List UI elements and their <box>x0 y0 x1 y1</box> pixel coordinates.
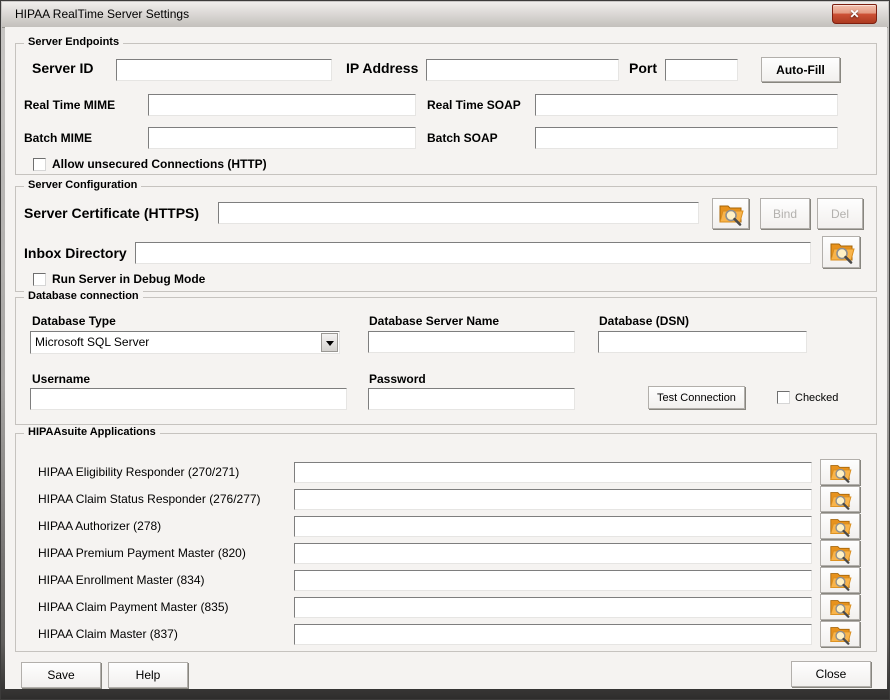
batch-mime-label: Batch MIME <box>24 131 92 145</box>
group-title: Database connection <box>24 290 143 302</box>
database-server-name-label: Database Server Name <box>369 314 499 328</box>
group-title: Server Configuration <box>24 179 141 191</box>
debug-mode-label: Run Server in Debug Mode <box>52 272 205 286</box>
inbox-browse-button[interactable] <box>822 236 860 268</box>
app-path-input-837[interactable] <box>294 624 812 645</box>
realtime-mime-label: Real Time MIME <box>24 98 115 112</box>
dialog-client-area: Server Endpoints Server ID IP Address Po… <box>5 27 887 689</box>
window-title: HIPAA RealTime Server Settings <box>15 7 189 21</box>
auto-fill-button[interactable]: Auto-Fill <box>761 57 840 82</box>
app-path-input-835[interactable] <box>294 597 812 618</box>
server-id-input[interactable] <box>116 59 332 81</box>
del-button[interactable]: Del <box>817 198 863 229</box>
app-path-input-820[interactable] <box>294 543 812 564</box>
folder-search-icon <box>828 597 852 618</box>
inbox-directory-input[interactable] <box>135 242 811 264</box>
app-path-input-276-277[interactable] <box>294 489 812 510</box>
folder-search-icon <box>828 624 852 645</box>
ip-address-input[interactable] <box>426 59 619 81</box>
database-server-name-input[interactable] <box>368 331 575 353</box>
folder-search-icon <box>828 516 852 537</box>
folder-search-icon <box>828 543 852 564</box>
batch-mime-input[interactable] <box>148 127 416 149</box>
app-row-label: HIPAA Enrollment Master (834) <box>38 573 205 587</box>
username-input[interactable] <box>30 388 347 410</box>
realtime-soap-label: Real Time SOAP <box>427 98 521 112</box>
app-row-label: HIPAA Claim Master (837) <box>38 627 178 641</box>
save-button[interactable]: Save <box>21 662 101 688</box>
folder-search-icon <box>828 489 852 510</box>
checked-label: Checked <box>795 392 838 404</box>
app-browse-button-835[interactable] <box>820 594 860 620</box>
app-row-label: HIPAA Claim Status Responder (276/277) <box>38 492 261 506</box>
group-hipaasuite-applications: HIPAAsuite Applications HIPAA Eligibilit… <box>15 433 877 652</box>
app-path-input-278[interactable] <box>294 516 812 537</box>
database-dsn-label: Database (DSN) <box>599 314 689 328</box>
help-button[interactable]: Help <box>108 662 188 688</box>
password-label: Password <box>369 372 426 386</box>
server-certificate-label: Server Certificate (HTTPS) <box>24 205 199 221</box>
group-server-configuration: Server Configuration Server Certificate … <box>15 186 877 292</box>
chevron-down-icon <box>326 341 334 346</box>
allow-http-label: Allow unsecured Connections (HTTP) <box>52 157 267 171</box>
app-row-label: HIPAA Eligibility Responder (270/271) <box>38 465 239 479</box>
certificate-browse-button[interactable] <box>712 198 749 229</box>
app-path-input-270-271[interactable] <box>294 462 812 483</box>
batch-soap-label: Batch SOAP <box>427 131 498 145</box>
bind-button[interactable]: Bind <box>760 198 810 229</box>
app-row-label: HIPAA Claim Payment Master (835) <box>38 600 229 614</box>
database-dsn-input[interactable] <box>598 331 807 353</box>
folder-search-icon <box>828 570 852 591</box>
password-input[interactable] <box>368 388 575 410</box>
database-type-label: Database Type <box>32 314 116 328</box>
app-browse-button-276-277[interactable] <box>820 486 860 512</box>
folder-search-icon <box>717 202 744 226</box>
app-browse-button-820[interactable] <box>820 540 860 566</box>
port-label: Port <box>629 60 657 76</box>
realtime-mime-input[interactable] <box>148 94 416 116</box>
test-connection-button[interactable]: Test Connection <box>648 386 745 409</box>
inbox-directory-label: Inbox Directory <box>24 245 127 261</box>
group-server-endpoints: Server Endpoints Server ID IP Address Po… <box>15 43 877 175</box>
allow-http-checkbox[interactable] <box>33 158 46 171</box>
app-path-input-834[interactable] <box>294 570 812 591</box>
title-bar[interactable]: HIPAA RealTime Server Settings ✕ <box>2 2 888 28</box>
app-browse-button-278[interactable] <box>820 513 860 539</box>
realtime-soap-input[interactable] <box>535 94 838 116</box>
app-browse-button-834[interactable] <box>820 567 860 593</box>
folder-search-icon <box>828 240 855 264</box>
database-type-value: Microsoft SQL Server <box>35 335 149 349</box>
close-icon: ✕ <box>849 7 859 21</box>
server-certificate-input[interactable] <box>218 202 699 224</box>
app-row-label: HIPAA Authorizer (278) <box>38 519 161 533</box>
server-id-label: Server ID <box>32 60 93 76</box>
dropdown-button[interactable] <box>321 333 338 352</box>
window-close-button[interactable]: ✕ <box>832 4 877 24</box>
folder-search-icon <box>828 462 852 483</box>
dialog-window: HIPAA RealTime Server Settings ✕ Server … <box>0 0 890 700</box>
group-title: Server Endpoints <box>24 36 123 48</box>
username-label: Username <box>32 372 90 386</box>
group-database-connection: Database connection Database Type Micros… <box>15 297 877 425</box>
app-row-label: HIPAA Premium Payment Master (820) <box>38 546 246 560</box>
ip-address-label: IP Address <box>346 60 418 76</box>
group-title: HIPAAsuite Applications <box>24 426 160 438</box>
close-button[interactable]: Close <box>791 661 871 687</box>
app-browse-button-837[interactable] <box>820 621 860 647</box>
batch-soap-input[interactable] <box>535 127 838 149</box>
debug-mode-checkbox[interactable] <box>33 273 46 286</box>
port-input[interactable] <box>665 59 738 81</box>
app-browse-button-270-271[interactable] <box>820 459 860 485</box>
checked-checkbox[interactable] <box>777 391 790 404</box>
database-type-select[interactable]: Microsoft SQL Server <box>30 331 340 354</box>
